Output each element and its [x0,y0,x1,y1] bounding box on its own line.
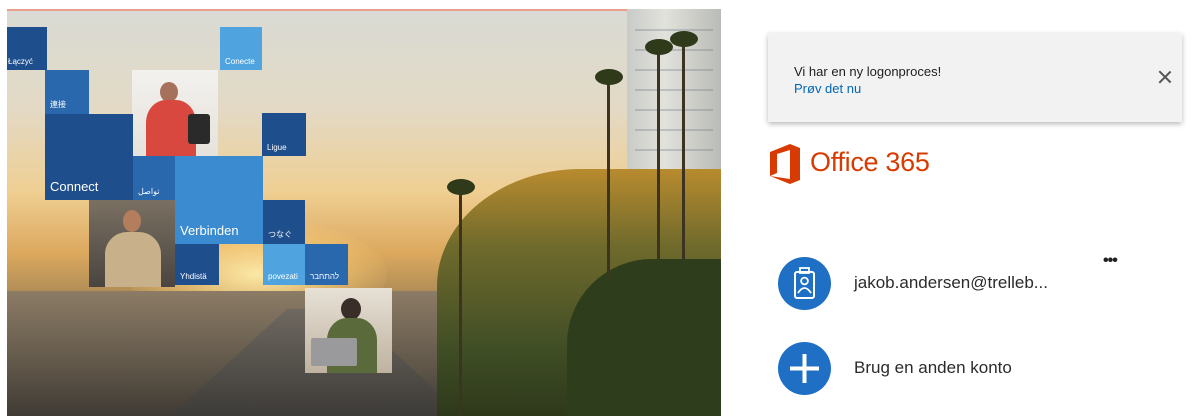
tile-tawasal: تواصل [133,156,175,200]
tile-laczyc: Łączyć [7,27,47,70]
palm-tree [459,189,462,416]
palm-tree [682,39,685,259]
palm-leaves [645,39,673,55]
tile-verbinden: Verbinden [175,156,263,244]
palm-tree [657,49,660,259]
tile-tsunagu: つなぐ [263,200,305,244]
tile-renraku: 連接 [45,70,89,114]
use-another-account-label: Brug en anden konto [854,358,1012,377]
tile-ligue: Ligue [262,113,306,156]
office-logo-icon [770,144,800,184]
account-item-jakob[interactable]: jakob.andersen@trelleb... [778,257,1138,313]
tile-lehitchaber: להתחבר [305,244,348,285]
brand-name: Office 365 [810,147,930,177]
top-accent-line [7,9,721,11]
photo-man-laptop [305,288,392,373]
tile-povezati: povezati [263,244,305,285]
account-email: jakob.andersen@trelleb... [854,273,1048,292]
photo-man-phone [89,200,175,287]
use-another-account[interactable]: Brug en anden konto [778,342,1138,398]
more-options-icon[interactable]: ••• [1103,252,1127,269]
try-it-now-link[interactable]: Prøv det nu [794,81,861,96]
palm-tree [607,79,610,279]
tile-conecte: Conecte [220,27,262,70]
photo-woman-drinking [132,70,218,156]
palm-leaves [447,179,475,195]
plus-icon [778,342,831,395]
palm-leaves [670,31,698,47]
new-logon-notice: Vi har en ny logonproces! Prøv det nu [768,33,1182,122]
hero-illustration: Łączyć Conecte 連接 Connect تواصل Ligue Ve… [7,9,721,416]
tile-yhdista: Yhdistä [175,244,219,285]
tile-connect: Connect [45,114,133,200]
badge-icon [778,257,831,310]
close-icon[interactable] [1157,69,1173,85]
notice-message: Vi har en ny logonproces! [794,64,942,79]
palm-leaves [595,69,623,85]
